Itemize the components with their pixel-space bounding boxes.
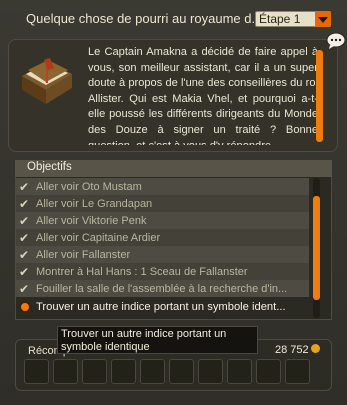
step-select-value: Étape 1: [259, 12, 301, 26]
objective-label: Aller voir Oto Mustam: [36, 180, 142, 193]
quest-description: Le Captain Amakna a décidé de faire appe…: [88, 46, 318, 145]
reward-slot[interactable]: [53, 359, 78, 384]
reward-slot[interactable]: [169, 359, 194, 384]
kamas-reward: 28 752: [275, 344, 309, 356]
objective-label: Montrer à Hal Hans : 1 Sceau de Fallanst…: [36, 265, 248, 278]
kamas-coin-icon: [311, 344, 320, 353]
checkmark-icon: ✔: [19, 247, 30, 262]
objective-label: Aller voir Capitaine Ardier: [36, 231, 161, 244]
chevron-down-icon[interactable]: [315, 11, 331, 27]
reward-slot[interactable]: [24, 359, 49, 384]
objective-item[interactable]: ✔ Fouiller la salle de l'assemblée à la …: [16, 280, 309, 297]
objective-item[interactable]: ✔ Aller voir Oto Mustam: [16, 178, 309, 195]
reward-slot[interactable]: [140, 359, 165, 384]
reward-slot[interactable]: [256, 359, 281, 384]
checkmark-icon: ✔: [19, 264, 30, 279]
reward-slot[interactable]: [111, 359, 136, 384]
description-scroll-thumb[interactable]: [316, 50, 323, 142]
objective-item[interactable]: ✔ Aller voir Viktorie Penk: [16, 212, 309, 229]
checkmark-icon: ✔: [19, 281, 30, 296]
reward-slot[interactable]: [285, 359, 310, 384]
quest-window: Quelque chose de pourri au royaume d... …: [0, 0, 347, 405]
step-select[interactable]: Étape 1: [255, 11, 331, 27]
checkmark-icon: ✔: [19, 196, 30, 211]
book-icon: [22, 58, 72, 104]
objective-item[interactable]: ✔ Aller voir Le Grandapan: [16, 195, 309, 212]
objective-item[interactable]: ✔ Montrer à Hal Hans : 1 Sceau de Fallan…: [16, 263, 309, 280]
checkmark-icon: ✔: [19, 230, 30, 245]
objectives-scroll-thumb[interactable]: [313, 196, 320, 300]
checkmark-icon: ✔: [19, 213, 30, 228]
objective-label: Trouver un autre indice portant un symbo…: [36, 300, 286, 313]
reward-slot[interactable]: [82, 359, 107, 384]
quest-title: Quelque chose de pourri au royaume d...: [26, 11, 263, 26]
checkmark-icon: ✔: [19, 179, 30, 194]
objectives-title: Objectifs: [27, 161, 72, 173]
objective-item[interactable]: ✔ Aller voir Fallanster: [16, 246, 309, 263]
objective-label: Aller voir Viktorie Penk: [36, 214, 147, 227]
reward-slot[interactable]: [198, 359, 223, 384]
objective-item[interactable]: ✔ Aller voir Capitaine Ardier: [16, 229, 309, 246]
objective-tooltip: Trouver un autre indice portant un symbo…: [57, 326, 258, 354]
objective-label: Aller voir Le Grandapan: [36, 197, 153, 210]
reward-slot[interactable]: [227, 359, 252, 384]
objective-item-active[interactable]: Trouver un autre indice portant un symbo…: [16, 298, 309, 315]
active-objective-icon: [19, 300, 31, 313]
objective-label: Fouiller la salle de l'assemblée à la re…: [36, 282, 288, 295]
title-bar: Quelque chose de pourri au royaume d... …: [0, 0, 347, 38]
chat-bubble-icon[interactable]: [326, 32, 346, 50]
objective-label: Aller voir Fallanster: [36, 248, 131, 261]
